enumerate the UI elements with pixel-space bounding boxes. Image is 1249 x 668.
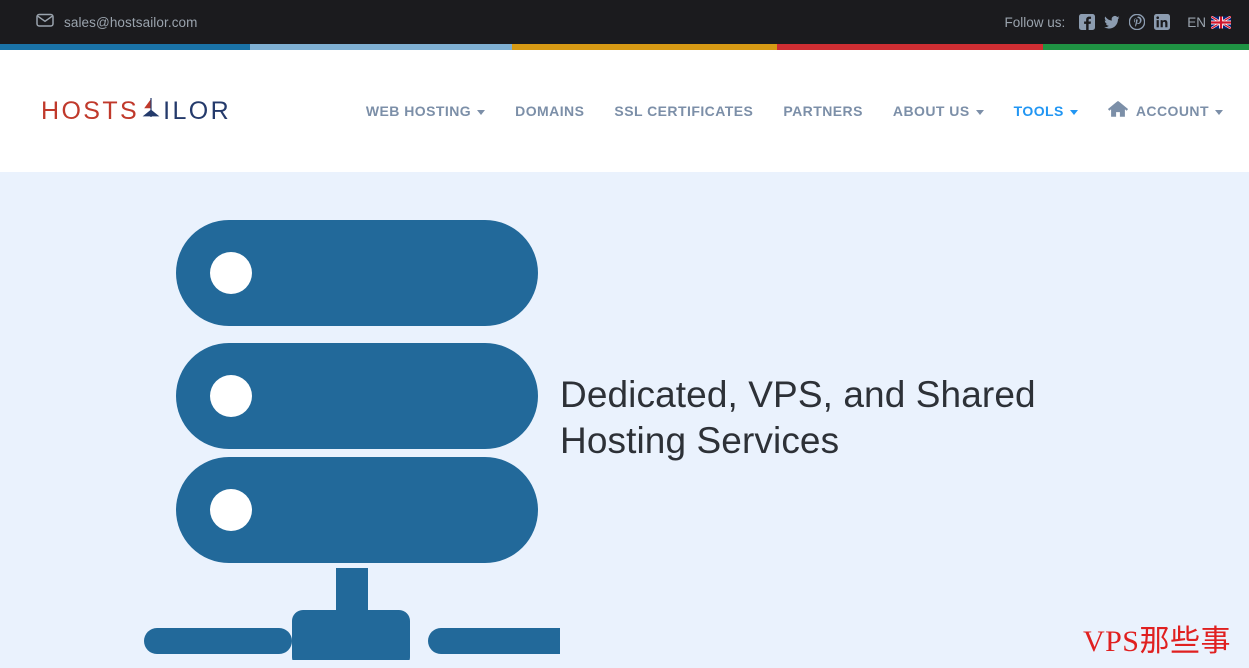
nav-item-about-us[interactable]: ABOUT US <box>893 103 984 119</box>
hero-section: Dedicated, VPS, and Shared Hosting Servi… <box>0 172 1249 668</box>
home-icon <box>1107 101 1128 121</box>
nav-item-account[interactable]: ACCOUNT <box>1107 101 1223 121</box>
brand-color-stripe <box>0 44 1249 50</box>
site-header: HOSTS ILOR WEB HOSTING DOMAINS SSL CERTI… <box>0 50 1249 172</box>
linkedin-icon[interactable] <box>1154 14 1171 30</box>
site-logo[interactable]: HOSTS ILOR <box>41 96 231 127</box>
nav-item-ssl-certificates[interactable]: SSL CERTIFICATES <box>614 103 753 119</box>
stripe-segment-orange <box>512 44 777 50</box>
chevron-down-icon <box>1069 109 1078 115</box>
language-selector[interactable]: EN <box>1187 14 1232 30</box>
nav-label: ACCOUNT <box>1135 103 1209 119</box>
hero-copy-block: Dedicated, VPS, and Shared Hosting Servi… <box>560 172 1249 463</box>
chevron-down-icon <box>477 109 486 115</box>
facebook-icon[interactable] <box>1079 14 1096 30</box>
twitter-icon[interactable] <box>1104 14 1120 30</box>
nav-label: SSL CERTIFICATES <box>614 103 754 119</box>
stripe-segment-green <box>1042 44 1249 50</box>
chevron-down-icon <box>1215 109 1223 115</box>
nav-label: TOOLS <box>1013 103 1064 119</box>
nav-item-partners[interactable]: PARTNERS <box>783 103 863 119</box>
language-code-label: EN <box>1187 14 1206 30</box>
contact-email-block[interactable]: sales@hostsailor.com <box>36 13 198 32</box>
logo-text-primary: HOSTS <box>41 96 140 125</box>
logo-text-secondary: ILOR <box>163 96 232 125</box>
nav-label: PARTNERS <box>783 103 863 119</box>
social-and-language-block: Follow us: EN <box>1004 14 1232 30</box>
nav-label: ABOUT US <box>892 103 970 119</box>
follow-us-label: Follow us: <box>1004 14 1066 30</box>
nav-item-domains[interactable]: DOMAINS <box>515 103 584 119</box>
contact-email-text[interactable]: sales@hostsailor.com <box>64 15 198 30</box>
hero-title: Dedicated, VPS, and Shared Hosting Servi… <box>560 374 1036 461</box>
stripe-segment-red <box>776 44 1043 50</box>
stripe-segment-lightblue <box>249 44 513 50</box>
envelope-icon <box>36 13 54 32</box>
pinterest-icon[interactable] <box>1129 14 1146 30</box>
server-rack-illustration <box>0 172 576 668</box>
nav-label: WEB HOSTING <box>365 103 472 119</box>
main-navigation: WEB HOSTING DOMAINS SSL CERTIFICATES PAR… <box>366 101 1225 121</box>
nav-label: DOMAINS <box>515 103 585 119</box>
stripe-segment-blue <box>0 44 250 50</box>
sailboat-icon <box>140 96 162 127</box>
uk-flag-icon <box>1210 14 1232 30</box>
watermark-text: VPS那些事 <box>1082 625 1231 658</box>
nav-item-tools[interactable]: TOOLS <box>1014 103 1078 119</box>
nav-item-web-hosting[interactable]: WEB HOSTING <box>365 103 486 119</box>
chevron-down-icon <box>975 109 984 115</box>
top-utility-bar: sales@hostsailor.com Follow us: EN <box>0 0 1249 44</box>
